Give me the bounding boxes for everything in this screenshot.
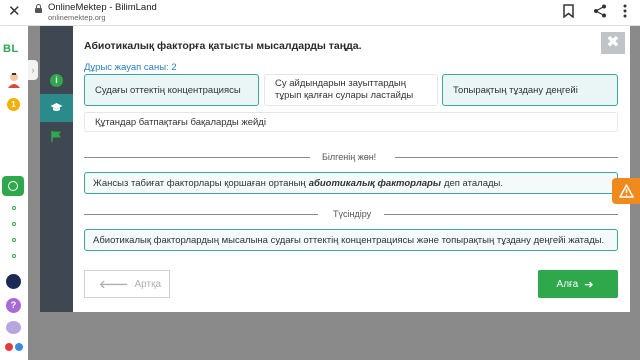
know-note: Жансыз табиғат факторлары қоршаған ортан… [84,172,618,194]
nav-dot[interactable] [12,222,16,226]
divider [84,214,318,215]
bilimland-logo[interactable]: BL [3,43,19,55]
social-icons[interactable] [4,340,24,354]
close-icon[interactable]: ✕ [8,4,22,20]
tab-flag[interactable] [40,123,73,151]
explain-heading: Түсіндіру [333,209,372,219]
page-title: OnlineMektep - BilimLand [48,2,157,13]
nav-dot[interactable] [12,238,16,242]
know-text-after: деп аталады. [443,177,503,189]
help-icon[interactable]: ? [6,298,21,313]
flag-icon [51,131,61,142]
option-oxygen[interactable]: Судағы оттектің концентрациясы [84,74,259,106]
nav-dot[interactable] [12,206,16,210]
option-salinity[interactable]: Топырақтың тұздану деңгейі [442,74,618,106]
share-icon[interactable] [593,4,607,18]
avatar[interactable] [7,72,21,88]
chat-icon[interactable] [6,321,21,334]
option-herons[interactable]: Құтандар батпақтағы бақаларды жейді [84,112,618,132]
back-button[interactable]: 🡐 Артқа [84,270,170,298]
report-error-button[interactable] [612,178,640,204]
smart-icon[interactable] [6,274,21,289]
more-icon[interactable] [622,3,628,19]
bookmark-icon[interactable] [563,4,574,18]
graduation-cap-icon [50,103,63,111]
back-label: Артқа [134,278,162,290]
next-button[interactable]: Алға ➔ [538,270,618,298]
option-pollution[interactable]: Су айдындарын зауыттардың тұрып қалған с… [264,74,438,106]
know-text-emphasis: абиотикалық факторлары [308,177,441,189]
arrow-left-icon: 🡐 [98,279,129,291]
page-url[interactable]: onlinemektep.org [48,13,106,22]
browser-toolbar: ✕ OnlineMektep - BilimLand onlinemektep.… [0,0,640,26]
lesson-icon[interactable] [2,176,24,196]
nav-dot[interactable] [12,254,16,258]
arrow-right-icon: ➔ [584,278,594,291]
explain-text: Абиотикалық факторлардың мысалына судағы… [93,234,605,246]
info-icon: i [50,74,63,87]
close-button[interactable]: ✖ [601,32,625,54]
coin-badge[interactable]: 1 [7,98,20,111]
next-label: Алға [556,278,579,290]
warning-icon [619,184,634,198]
lock-icon [35,4,42,13]
chevron-right-icon[interactable]: › [28,60,38,80]
divider [84,157,310,158]
answers-count: Дұрыс жауап саны: 2 [84,62,177,73]
know-heading: Білгенің жөн! [322,152,377,162]
divider [384,214,618,215]
tab-info[interactable]: i [40,67,73,95]
explain-note: Абиотикалық факторлардың мысалына судағы… [84,229,618,251]
divider [395,157,618,158]
app-sidebar: BL 1 ? [0,26,28,360]
question-title: Абиотикалық факторға қатысты мысалдарды … [84,40,362,52]
panel-tabs: i [40,26,73,312]
tab-graduation[interactable] [40,94,73,122]
know-text-before: Жансыз табиғат факторлары қоршаған ортан… [93,177,306,189]
